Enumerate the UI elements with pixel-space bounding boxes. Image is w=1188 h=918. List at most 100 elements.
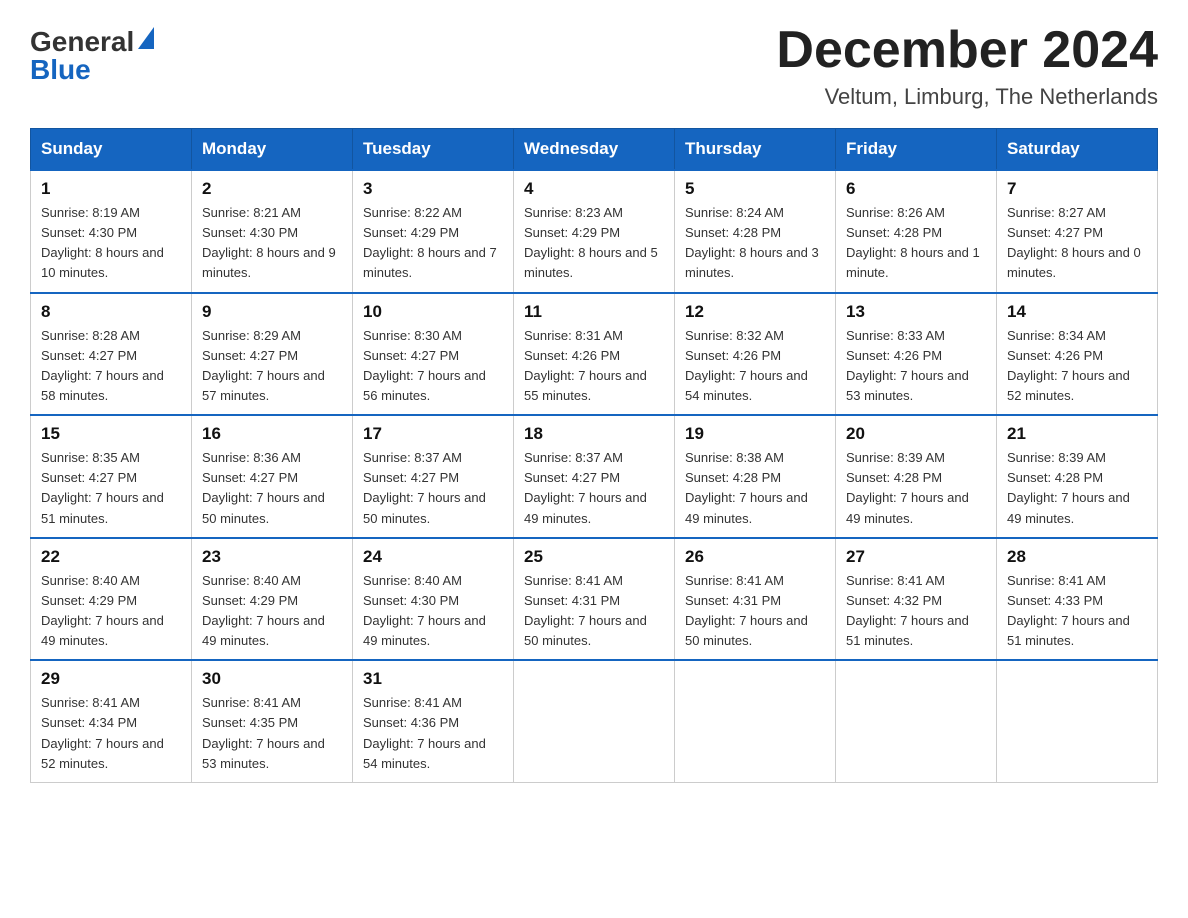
- day-info: Sunrise: 8:33 AMSunset: 4:26 PMDaylight:…: [846, 326, 986, 407]
- day-info: Sunrise: 8:41 AMSunset: 4:33 PMDaylight:…: [1007, 571, 1147, 652]
- page-header: General Blue December 2024 Veltum, Limbu…: [30, 20, 1158, 110]
- day-number: 26: [685, 547, 825, 567]
- day-number: 22: [41, 547, 181, 567]
- day-number: 6: [846, 179, 986, 199]
- day-info: Sunrise: 8:41 AMSunset: 4:31 PMDaylight:…: [685, 571, 825, 652]
- week-row-5: 29 Sunrise: 8:41 AMSunset: 4:34 PMDaylig…: [31, 660, 1158, 782]
- day-info: Sunrise: 8:40 AMSunset: 4:29 PMDaylight:…: [202, 571, 342, 652]
- calendar-table: SundayMondayTuesdayWednesdayThursdayFrid…: [30, 128, 1158, 783]
- day-number: 2: [202, 179, 342, 199]
- day-number: 27: [846, 547, 986, 567]
- week-row-1: 1 Sunrise: 8:19 AMSunset: 4:30 PMDayligh…: [31, 170, 1158, 293]
- day-info: Sunrise: 8:30 AMSunset: 4:27 PMDaylight:…: [363, 326, 503, 407]
- day-info: Sunrise: 8:26 AMSunset: 4:28 PMDaylight:…: [846, 203, 986, 284]
- calendar-cell: 23 Sunrise: 8:40 AMSunset: 4:29 PMDaylig…: [192, 538, 353, 661]
- day-number: 1: [41, 179, 181, 199]
- page-title: December 2024: [776, 20, 1158, 80]
- calendar-cell: [836, 660, 997, 782]
- day-info: Sunrise: 8:36 AMSunset: 4:27 PMDaylight:…: [202, 448, 342, 529]
- day-info: Sunrise: 8:41 AMSunset: 4:32 PMDaylight:…: [846, 571, 986, 652]
- day-number: 5: [685, 179, 825, 199]
- title-block: December 2024 Veltum, Limburg, The Nethe…: [776, 20, 1158, 110]
- day-info: Sunrise: 8:24 AMSunset: 4:28 PMDaylight:…: [685, 203, 825, 284]
- logo: General Blue: [30, 28, 154, 84]
- calendar-cell: 2 Sunrise: 8:21 AMSunset: 4:30 PMDayligh…: [192, 170, 353, 293]
- calendar-cell: 5 Sunrise: 8:24 AMSunset: 4:28 PMDayligh…: [675, 170, 836, 293]
- day-info: Sunrise: 8:32 AMSunset: 4:26 PMDaylight:…: [685, 326, 825, 407]
- calendar-cell: 6 Sunrise: 8:26 AMSunset: 4:28 PMDayligh…: [836, 170, 997, 293]
- week-row-3: 15 Sunrise: 8:35 AMSunset: 4:27 PMDaylig…: [31, 415, 1158, 538]
- calendar-cell: 18 Sunrise: 8:37 AMSunset: 4:27 PMDaylig…: [514, 415, 675, 538]
- day-number: 30: [202, 669, 342, 689]
- day-number: 23: [202, 547, 342, 567]
- day-number: 31: [363, 669, 503, 689]
- day-info: Sunrise: 8:41 AMSunset: 4:31 PMDaylight:…: [524, 571, 664, 652]
- day-number: 3: [363, 179, 503, 199]
- day-info: Sunrise: 8:23 AMSunset: 4:29 PMDaylight:…: [524, 203, 664, 284]
- day-number: 17: [363, 424, 503, 444]
- calendar-cell: 26 Sunrise: 8:41 AMSunset: 4:31 PMDaylig…: [675, 538, 836, 661]
- calendar-cell: 17 Sunrise: 8:37 AMSunset: 4:27 PMDaylig…: [353, 415, 514, 538]
- day-info: Sunrise: 8:19 AMSunset: 4:30 PMDaylight:…: [41, 203, 181, 284]
- day-number: 21: [1007, 424, 1147, 444]
- day-info: Sunrise: 8:37 AMSunset: 4:27 PMDaylight:…: [524, 448, 664, 529]
- day-info: Sunrise: 8:21 AMSunset: 4:30 PMDaylight:…: [202, 203, 342, 284]
- logo-blue-text: Blue: [30, 56, 91, 84]
- calendar-cell: 19 Sunrise: 8:38 AMSunset: 4:28 PMDaylig…: [675, 415, 836, 538]
- day-number: 15: [41, 424, 181, 444]
- calendar-cell: [675, 660, 836, 782]
- calendar-cell: 12 Sunrise: 8:32 AMSunset: 4:26 PMDaylig…: [675, 293, 836, 416]
- calendar-cell: 11 Sunrise: 8:31 AMSunset: 4:26 PMDaylig…: [514, 293, 675, 416]
- day-number: 18: [524, 424, 664, 444]
- day-number: 19: [685, 424, 825, 444]
- day-info: Sunrise: 8:41 AMSunset: 4:35 PMDaylight:…: [202, 693, 342, 774]
- day-info: Sunrise: 8:40 AMSunset: 4:30 PMDaylight:…: [363, 571, 503, 652]
- calendar-cell: 27 Sunrise: 8:41 AMSunset: 4:32 PMDaylig…: [836, 538, 997, 661]
- day-info: Sunrise: 8:28 AMSunset: 4:27 PMDaylight:…: [41, 326, 181, 407]
- weekday-header-saturday: Saturday: [997, 129, 1158, 171]
- day-number: 9: [202, 302, 342, 322]
- day-number: 16: [202, 424, 342, 444]
- calendar-cell: 25 Sunrise: 8:41 AMSunset: 4:31 PMDaylig…: [514, 538, 675, 661]
- calendar-cell: 31 Sunrise: 8:41 AMSunset: 4:36 PMDaylig…: [353, 660, 514, 782]
- weekday-header-friday: Friday: [836, 129, 997, 171]
- day-number: 12: [685, 302, 825, 322]
- day-info: Sunrise: 8:39 AMSunset: 4:28 PMDaylight:…: [846, 448, 986, 529]
- day-info: Sunrise: 8:40 AMSunset: 4:29 PMDaylight:…: [41, 571, 181, 652]
- day-number: 25: [524, 547, 664, 567]
- calendar-cell: 3 Sunrise: 8:22 AMSunset: 4:29 PMDayligh…: [353, 170, 514, 293]
- calendar-cell: [514, 660, 675, 782]
- weekday-header-thursday: Thursday: [675, 129, 836, 171]
- day-info: Sunrise: 8:39 AMSunset: 4:28 PMDaylight:…: [1007, 448, 1147, 529]
- calendar-cell: 8 Sunrise: 8:28 AMSunset: 4:27 PMDayligh…: [31, 293, 192, 416]
- weekday-header-row: SundayMondayTuesdayWednesdayThursdayFrid…: [31, 129, 1158, 171]
- day-info: Sunrise: 8:22 AMSunset: 4:29 PMDaylight:…: [363, 203, 503, 284]
- day-info: Sunrise: 8:37 AMSunset: 4:27 PMDaylight:…: [363, 448, 503, 529]
- page-subtitle: Veltum, Limburg, The Netherlands: [776, 84, 1158, 110]
- week-row-4: 22 Sunrise: 8:40 AMSunset: 4:29 PMDaylig…: [31, 538, 1158, 661]
- day-info: Sunrise: 8:41 AMSunset: 4:36 PMDaylight:…: [363, 693, 503, 774]
- day-number: 29: [41, 669, 181, 689]
- calendar-cell: 21 Sunrise: 8:39 AMSunset: 4:28 PMDaylig…: [997, 415, 1158, 538]
- calendar-cell: 4 Sunrise: 8:23 AMSunset: 4:29 PMDayligh…: [514, 170, 675, 293]
- week-row-2: 8 Sunrise: 8:28 AMSunset: 4:27 PMDayligh…: [31, 293, 1158, 416]
- day-number: 11: [524, 302, 664, 322]
- day-info: Sunrise: 8:31 AMSunset: 4:26 PMDaylight:…: [524, 326, 664, 407]
- calendar-cell: 20 Sunrise: 8:39 AMSunset: 4:28 PMDaylig…: [836, 415, 997, 538]
- day-number: 4: [524, 179, 664, 199]
- day-info: Sunrise: 8:29 AMSunset: 4:27 PMDaylight:…: [202, 326, 342, 407]
- calendar-cell: 30 Sunrise: 8:41 AMSunset: 4:35 PMDaylig…: [192, 660, 353, 782]
- day-number: 7: [1007, 179, 1147, 199]
- calendar-cell: 29 Sunrise: 8:41 AMSunset: 4:34 PMDaylig…: [31, 660, 192, 782]
- calendar-cell: 22 Sunrise: 8:40 AMSunset: 4:29 PMDaylig…: [31, 538, 192, 661]
- calendar-cell: 9 Sunrise: 8:29 AMSunset: 4:27 PMDayligh…: [192, 293, 353, 416]
- weekday-header-sunday: Sunday: [31, 129, 192, 171]
- calendar-cell: [997, 660, 1158, 782]
- calendar-cell: 24 Sunrise: 8:40 AMSunset: 4:30 PMDaylig…: [353, 538, 514, 661]
- day-number: 8: [41, 302, 181, 322]
- day-number: 14: [1007, 302, 1147, 322]
- logo-triangle-icon: [138, 27, 154, 49]
- day-number: 10: [363, 302, 503, 322]
- calendar-cell: 10 Sunrise: 8:30 AMSunset: 4:27 PMDaylig…: [353, 293, 514, 416]
- calendar-cell: 13 Sunrise: 8:33 AMSunset: 4:26 PMDaylig…: [836, 293, 997, 416]
